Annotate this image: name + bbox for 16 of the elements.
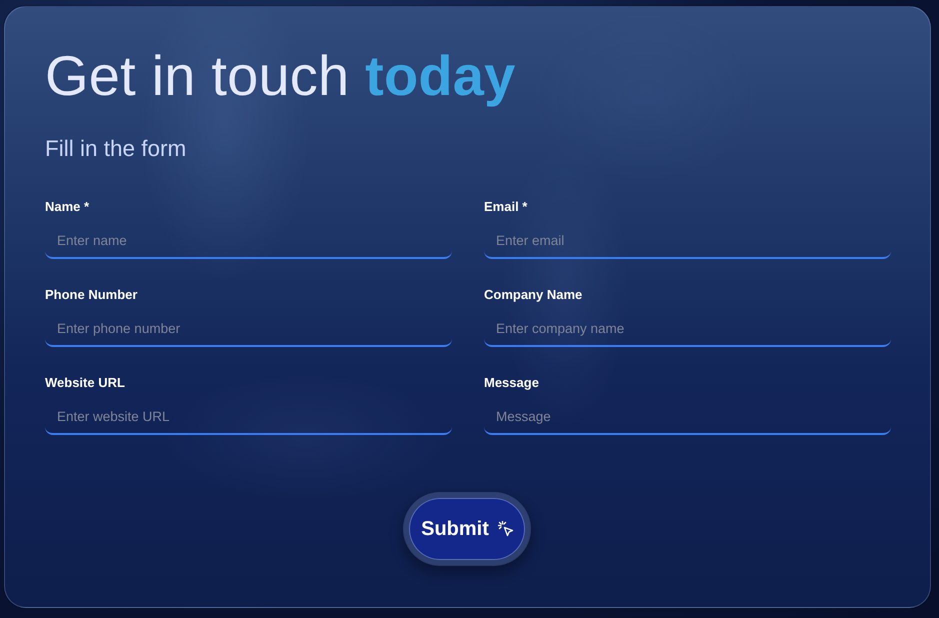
input-field[interactable]: Enter email bbox=[484, 223, 891, 259]
input-field[interactable]: Enter website URL bbox=[45, 399, 452, 435]
field-label: Website URL bbox=[45, 375, 125, 391]
field-label: Name * bbox=[45, 199, 90, 215]
field-label: Company Name bbox=[484, 287, 582, 303]
field-label: Email * bbox=[484, 199, 528, 215]
field-label: Message bbox=[484, 375, 539, 391]
field-label: Phone Number bbox=[45, 287, 138, 303]
submit-button[interactable]: Submit bbox=[403, 492, 531, 566]
input-field[interactable]: Enter company name bbox=[484, 311, 891, 347]
input-field[interactable]: Message bbox=[484, 399, 891, 435]
subheading: Fill in the form bbox=[45, 136, 186, 162]
heading: Get in touch today bbox=[45, 45, 516, 107]
input-field[interactable]: Enter phone number bbox=[45, 311, 452, 347]
cursor-click-icon bbox=[498, 521, 514, 537]
input-field[interactable]: Enter name bbox=[45, 223, 452, 259]
